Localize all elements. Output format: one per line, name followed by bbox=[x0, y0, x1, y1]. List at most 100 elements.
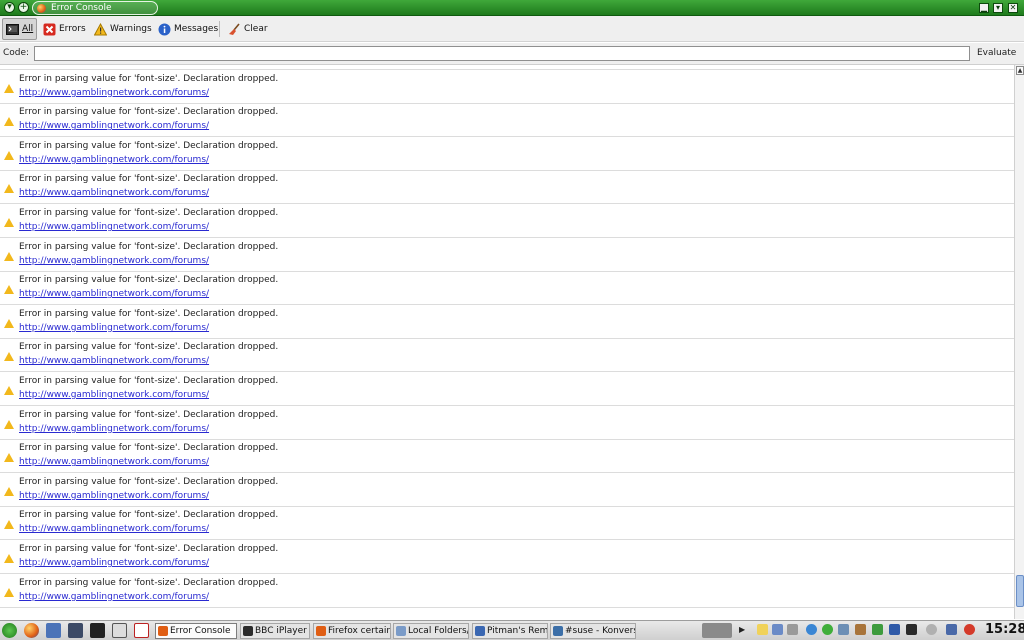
warnings-button[interactable]: Warnings bbox=[91, 18, 155, 40]
chat-icon[interactable] bbox=[889, 624, 900, 635]
warning-icon bbox=[4, 520, 14, 530]
messages-button[interactable]: Messages bbox=[155, 18, 221, 40]
message-row[interactable]: Error in parsing value for 'font-size'. … bbox=[0, 137, 1014, 171]
monitor-icon[interactable] bbox=[906, 624, 917, 635]
tray-expand-icon[interactable]: ▶ bbox=[739, 625, 745, 634]
info-tray-icon[interactable] bbox=[926, 624, 937, 635]
message-source-link[interactable]: http://www.gamblingnetwork.com/forums/ bbox=[19, 424, 209, 434]
warning-icon bbox=[4, 83, 14, 93]
code-row: Code: Evaluate bbox=[0, 43, 1024, 65]
message-text: Error in parsing value for 'font-size'. … bbox=[19, 577, 279, 588]
battery-icon[interactable] bbox=[872, 624, 883, 635]
clear-button[interactable]: Clear bbox=[225, 18, 271, 40]
broom-icon bbox=[229, 22, 240, 35]
message-source-link[interactable]: http://www.gamblingnetwork.com/forums/ bbox=[19, 356, 209, 366]
vertical-scrollbar[interactable]: ▲ bbox=[1014, 65, 1024, 619]
code-input[interactable] bbox=[34, 46, 970, 61]
toolbar-separator bbox=[219, 21, 220, 37]
terminal-icon[interactable] bbox=[90, 623, 105, 638]
message-row[interactable]: Error in parsing value for 'font-size'. … bbox=[0, 238, 1014, 272]
warning-icon bbox=[4, 150, 14, 160]
taskbar-task[interactable]: Pitman's Remo bbox=[472, 623, 548, 639]
message-row[interactable]: Error in parsing value for 'font-size'. … bbox=[0, 574, 1014, 608]
messages-label: Messages bbox=[174, 24, 219, 34]
message-text: Error in parsing value for 'font-size'. … bbox=[19, 107, 279, 118]
message-text: Error in parsing value for 'font-size'. … bbox=[19, 443, 279, 454]
volume-icon[interactable] bbox=[787, 624, 798, 635]
message-source-link[interactable]: http://www.gamblingnetwork.com/forums/ bbox=[19, 457, 209, 467]
task-label: Error Console bbox=[170, 626, 231, 636]
warning-icon bbox=[4, 352, 14, 362]
message-text: Error in parsing value for 'font-size'. … bbox=[19, 342, 279, 353]
bag-icon[interactable] bbox=[855, 624, 866, 635]
maximize-button[interactable]: ▾ bbox=[993, 3, 1003, 13]
message-source-link[interactable]: http://www.gamblingnetwork.com/forums/ bbox=[19, 289, 209, 299]
file-manager-icon[interactable] bbox=[46, 623, 61, 638]
close-button[interactable]: ✕ bbox=[1008, 3, 1018, 13]
message-row[interactable]: Error in parsing value for 'font-size'. … bbox=[0, 540, 1014, 574]
message-row[interactable]: Error in parsing value for 'font-size'. … bbox=[0, 103, 1014, 138]
message-text: Error in parsing value for 'font-size'. … bbox=[19, 409, 279, 420]
scroll-up-arrow-icon[interactable]: ▲ bbox=[1016, 66, 1024, 75]
lock-icon[interactable] bbox=[946, 624, 957, 635]
warning-icon bbox=[4, 117, 14, 127]
notes-icon[interactable] bbox=[757, 624, 768, 635]
message-source-link[interactable]: http://www.gamblingnetwork.com/forums/ bbox=[19, 390, 209, 400]
pager-icon[interactable] bbox=[702, 623, 732, 638]
message-source-link[interactable]: http://www.gamblingnetwork.com/forums/ bbox=[19, 222, 209, 232]
network-icon[interactable] bbox=[68, 623, 83, 638]
message-row[interactable]: Error in parsing value for 'font-size'. … bbox=[0, 372, 1014, 406]
window-menu-button[interactable]: ▾ bbox=[4, 2, 15, 13]
message-source-link[interactable]: http://www.gamblingnetwork.com/forums/ bbox=[19, 155, 209, 165]
all-button[interactable]: All bbox=[2, 18, 38, 40]
message-text: Error in parsing value for 'font-size'. … bbox=[19, 476, 279, 487]
display-icon[interactable] bbox=[772, 624, 783, 635]
taskbar-task[interactable]: Error Console bbox=[155, 623, 237, 639]
task-app-icon bbox=[316, 626, 326, 636]
message-row[interactable]: Error in parsing value for 'font-size'. … bbox=[0, 473, 1014, 507]
message-row[interactable]: Error in parsing value for 'font-size'. … bbox=[0, 506, 1014, 541]
message-row[interactable]: Error in parsing value for 'font-size'. … bbox=[0, 271, 1014, 306]
scroll-thumb[interactable] bbox=[1016, 575, 1024, 607]
message-text: Error in parsing value for 'font-size'. … bbox=[19, 140, 279, 151]
taskbar-task[interactable]: BBC iPlayer - T bbox=[240, 623, 310, 639]
message-row[interactable]: Error in parsing value for 'font-size'. … bbox=[0, 305, 1014, 339]
taskbar-task[interactable]: Firefox certain bbox=[313, 623, 391, 639]
message-source-link[interactable]: http://www.gamblingnetwork.com/forums/ bbox=[19, 323, 209, 333]
message-source-link[interactable]: http://www.gamblingnetwork.com/forums/ bbox=[19, 592, 209, 602]
updater-icon[interactable] bbox=[806, 624, 817, 635]
message-row[interactable]: Error in parsing value for 'font-size'. … bbox=[0, 338, 1014, 373]
power-icon[interactable] bbox=[964, 624, 975, 635]
window-titlebar: ▾ + Error Console ▁ ▾ ✕ bbox=[0, 0, 1024, 16]
printer-icon[interactable] bbox=[838, 624, 849, 635]
message-row[interactable]: Error in parsing value for 'font-size'. … bbox=[0, 170, 1014, 205]
message-text: Error in parsing value for 'font-size'. … bbox=[19, 308, 279, 319]
message-list[interactable]: http://www.gamblingnetwork.com/forums/Er… bbox=[0, 65, 1014, 619]
message-source-link[interactable]: http://www.gamblingnetwork.com/forums/ bbox=[19, 558, 209, 568]
warnings-label: Warnings bbox=[110, 24, 152, 34]
message-source-link[interactable]: http://www.gamblingnetwork.com/forums/ bbox=[19, 121, 209, 131]
cards-game-icon[interactable] bbox=[134, 623, 149, 638]
message-row[interactable]: Error in parsing value for 'font-size'. … bbox=[0, 439, 1014, 474]
message-source-link[interactable]: http://www.gamblingnetwork.com/forums/ bbox=[19, 524, 209, 534]
window-sticky-button[interactable]: + bbox=[18, 2, 29, 13]
firefox-launcher-icon[interactable] bbox=[24, 623, 39, 638]
taskbar-task[interactable]: Local Folders/ bbox=[393, 623, 469, 639]
start-menu-icon[interactable] bbox=[2, 623, 17, 638]
check-icon[interactable] bbox=[822, 624, 833, 635]
taskbar-task[interactable]: #suse - Konvers bbox=[550, 623, 636, 639]
message-row[interactable]: Error in parsing value for 'font-size'. … bbox=[0, 204, 1014, 238]
task-label: Firefox certain bbox=[328, 626, 391, 636]
message-row[interactable]: Error in parsing value for 'font-size'. … bbox=[0, 406, 1014, 440]
task-app-icon bbox=[158, 626, 168, 636]
editor-icon[interactable] bbox=[112, 623, 127, 638]
warning-icon bbox=[4, 318, 14, 328]
message-source-link[interactable]: http://www.gamblingnetwork.com/forums/ bbox=[19, 88, 209, 98]
message-source-link[interactable]: http://www.gamblingnetwork.com/forums/ bbox=[19, 491, 209, 501]
errors-button[interactable]: Errors bbox=[40, 18, 89, 40]
message-source-link[interactable]: http://www.gamblingnetwork.com/forums/ bbox=[19, 188, 209, 198]
minimize-button[interactable]: ▁ bbox=[979, 3, 989, 13]
message-source-link[interactable]: http://www.gamblingnetwork.com/forums/ bbox=[19, 256, 209, 266]
message-row[interactable]: Error in parsing value for 'font-size'. … bbox=[0, 70, 1014, 104]
evaluate-button[interactable]: Evaluate bbox=[977, 48, 1016, 58]
